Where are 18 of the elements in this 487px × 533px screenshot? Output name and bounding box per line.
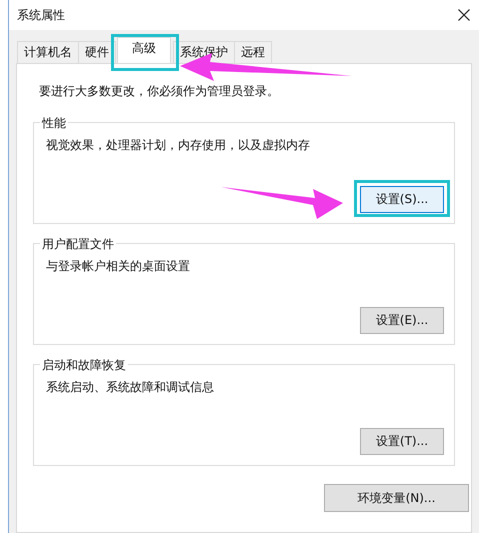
settings-button[interactable]: 设置(E)... [360,307,444,334]
group-description: 系统启动、系统故障和调试信息 [46,379,215,396]
tab[interactable]: 计算机名 [17,41,79,63]
settings-button[interactable]: 设置(S)... [360,186,444,213]
group-title: 性能 [40,115,68,132]
group-description: 与登录帐户相关的桌面设置 [46,258,191,275]
settings-button[interactable]: 设置(T)... [360,428,444,455]
tab[interactable]: 硬件 [78,41,116,63]
close-icon [458,9,470,21]
tab[interactable]: 高级 [117,37,171,63]
environment-variables-button[interactable]: 环境变量(N)... [324,484,469,512]
notice-text: 要进行大多数更改，你必须作为管理员登录。 [39,83,280,100]
group-title: 启动和故障恢复 [40,357,128,374]
tab[interactable]: 远程 [234,41,272,63]
group-description: 视觉效果，处理器计划，内存使用，以及虚拟内存 [46,137,311,154]
window-title: 系统属性 [17,6,65,24]
group-title: 用户配置文件 [40,236,116,253]
highlight-frame [111,34,179,71]
